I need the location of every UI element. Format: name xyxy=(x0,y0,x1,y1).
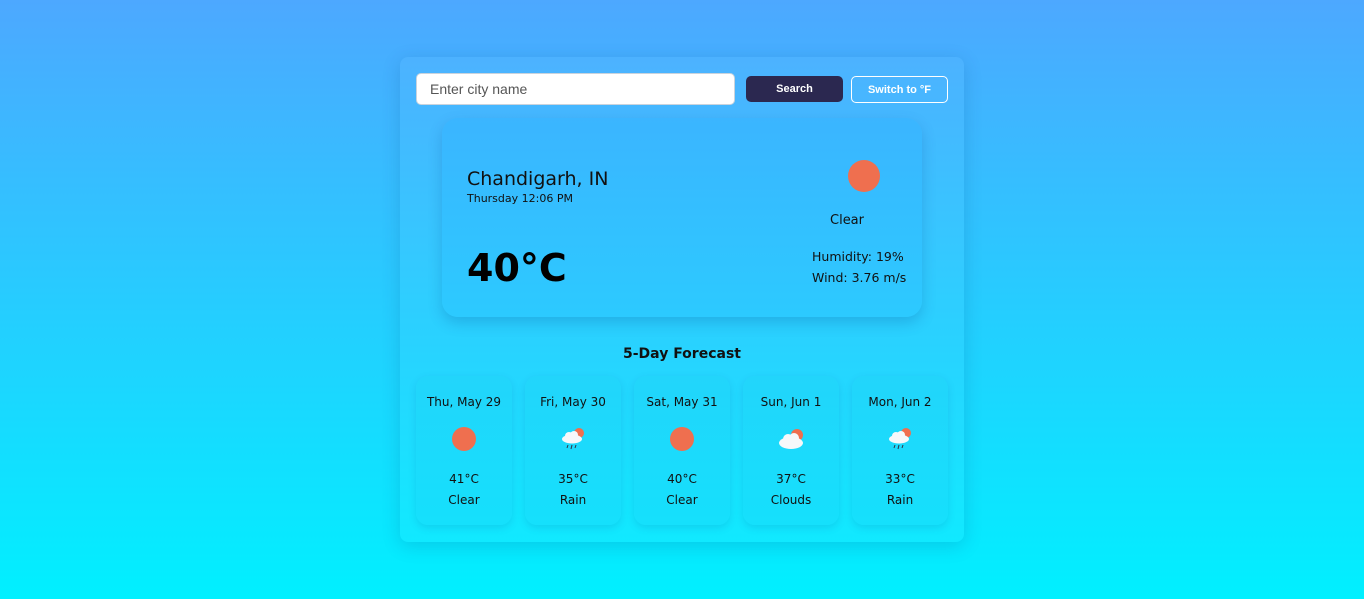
forecast-card: Mon, Jun 2 33°C Rain xyxy=(852,376,948,525)
forecast-condition: Rain xyxy=(886,493,914,507)
sun-icon xyxy=(848,160,880,192)
rain-icon xyxy=(560,426,586,452)
forecast-temp: 40°C xyxy=(667,472,697,486)
forecast-card: Fri, May 30 35°C Rain xyxy=(525,376,621,525)
weather-app: Search Switch to °F Chandigarh, IN Thurs… xyxy=(400,57,964,542)
humidity-value: Humidity: 19% xyxy=(812,249,904,264)
search-button[interactable]: Search xyxy=(746,76,843,102)
sun-icon xyxy=(669,426,695,452)
city-name: Chandigarh, IN xyxy=(467,168,609,190)
forecast-condition: Rain xyxy=(559,493,587,507)
forecast-card: Sat, May 31 40°C Clear xyxy=(634,376,730,525)
forecast-card: Sun, Jun 1 37°C Clouds xyxy=(743,376,839,525)
sun-icon xyxy=(451,426,477,452)
current-condition: Clear xyxy=(830,213,864,228)
forecast-temp: 41°C xyxy=(449,472,479,486)
forecast-card: Thu, May 29 41°C Clear xyxy=(416,376,512,525)
unit-toggle-button[interactable]: Switch to °F xyxy=(851,76,948,103)
forecast-condition: Clear xyxy=(448,493,480,507)
city-search-input[interactable] xyxy=(416,73,735,105)
forecast-condition: Clear xyxy=(666,493,698,507)
forecast-date: Thu, May 29 xyxy=(426,395,502,409)
forecast-temp: 33°C xyxy=(885,472,915,486)
current-temperature: 40°C xyxy=(467,246,567,290)
rain-icon xyxy=(887,426,913,452)
forecast-date: Mon, Jun 2 xyxy=(868,395,932,409)
forecast-temp: 37°C xyxy=(776,472,806,486)
forecast-date: Fri, May 30 xyxy=(540,395,606,409)
forecast-condition: Clouds xyxy=(770,493,812,507)
search-bar: Search Switch to °F xyxy=(416,73,948,105)
wind-value: Wind: 3.76 m/s xyxy=(812,270,907,285)
forecast-title: 5-Day Forecast xyxy=(623,346,741,362)
cloud-icon xyxy=(778,426,804,452)
forecast-temp: 35°C xyxy=(558,472,588,486)
forecast-date: Sun, Jun 1 xyxy=(760,395,822,409)
local-datetime: Thursday 12:06 PM xyxy=(467,192,573,205)
forecast-date: Sat, May 31 xyxy=(646,395,718,409)
current-weather-card: Chandigarh, IN Thursday 12:06 PM Clear 4… xyxy=(442,118,922,317)
